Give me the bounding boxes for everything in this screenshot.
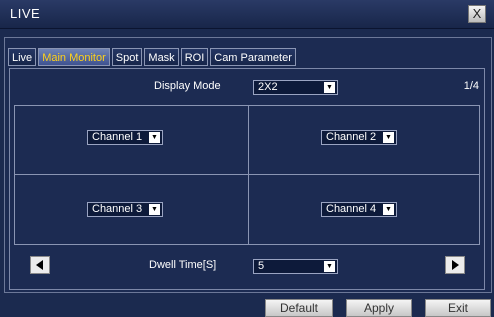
chevron-down-icon: ▼ bbox=[383, 204, 394, 215]
dwell-time-select[interactable]: 5 ▼ bbox=[253, 259, 338, 274]
channel-2-select[interactable]: Channel 2 ▼ bbox=[321, 130, 397, 145]
previous-page-button[interactable] bbox=[30, 256, 50, 274]
apply-button[interactable]: Apply bbox=[346, 299, 412, 317]
channel-1-value: Channel 1 bbox=[92, 131, 143, 143]
page-indicator: 1/4 bbox=[463, 80, 479, 92]
channel-4-value: Channel 4 bbox=[326, 203, 377, 215]
left-arrow-icon bbox=[36, 260, 43, 270]
display-mode-label: Display Mode bbox=[154, 80, 221, 92]
tab-mask[interactable]: Mask bbox=[144, 48, 179, 66]
right-arrow-icon bbox=[452, 260, 459, 270]
channel-3-value: Channel 3 bbox=[92, 203, 143, 215]
tab-live[interactable]: Live bbox=[8, 48, 37, 66]
display-mode-select[interactable]: 2X2 ▼ bbox=[253, 80, 338, 95]
grid-divider-horizontal bbox=[15, 174, 479, 175]
chevron-down-icon: ▼ bbox=[324, 261, 335, 272]
chevron-down-icon: ▼ bbox=[383, 132, 394, 143]
tab-main-monitor[interactable]: Main Monitor bbox=[38, 48, 110, 66]
exit-button[interactable]: Exit bbox=[425, 299, 491, 317]
dwell-time-value: 5 bbox=[258, 260, 265, 272]
title-bar: LIVE X bbox=[0, 0, 494, 29]
grid-divider-vertical bbox=[248, 106, 249, 244]
close-icon: X bbox=[472, 6, 482, 21]
chevron-down-icon: ▼ bbox=[324, 82, 335, 93]
main-monitor-content: Display Mode 2X2 ▼ 1/4 Channel 1 ▼ Chann… bbox=[9, 68, 485, 290]
tab-roi[interactable]: ROI bbox=[180, 48, 209, 66]
window-title: LIVE bbox=[10, 6, 41, 21]
dwell-time-label: Dwell Time[S] bbox=[149, 259, 217, 271]
next-page-button[interactable] bbox=[445, 256, 465, 274]
default-button[interactable]: Default bbox=[265, 299, 333, 317]
tab-cam-parameter[interactable]: Cam Parameter bbox=[210, 48, 296, 66]
tab-bar: Live Main Monitor Spot Mask ROI Cam Para… bbox=[8, 48, 296, 66]
close-button[interactable]: X bbox=[468, 5, 486, 23]
channel-1-select[interactable]: Channel 1 ▼ bbox=[87, 130, 163, 145]
display-mode-value: 2X2 bbox=[258, 81, 278, 93]
channel-4-select[interactable]: Channel 4 ▼ bbox=[321, 202, 397, 217]
tab-spot[interactable]: Spot bbox=[111, 48, 143, 66]
channel-2-value: Channel 2 bbox=[326, 131, 377, 143]
chevron-down-icon: ▼ bbox=[149, 132, 160, 143]
channel-layout-grid: Channel 1 ▼ Channel 2 ▼ Channel 3 ▼ Chan… bbox=[14, 105, 480, 245]
channel-3-select[interactable]: Channel 3 ▼ bbox=[87, 202, 163, 217]
chevron-down-icon: ▼ bbox=[149, 204, 160, 215]
